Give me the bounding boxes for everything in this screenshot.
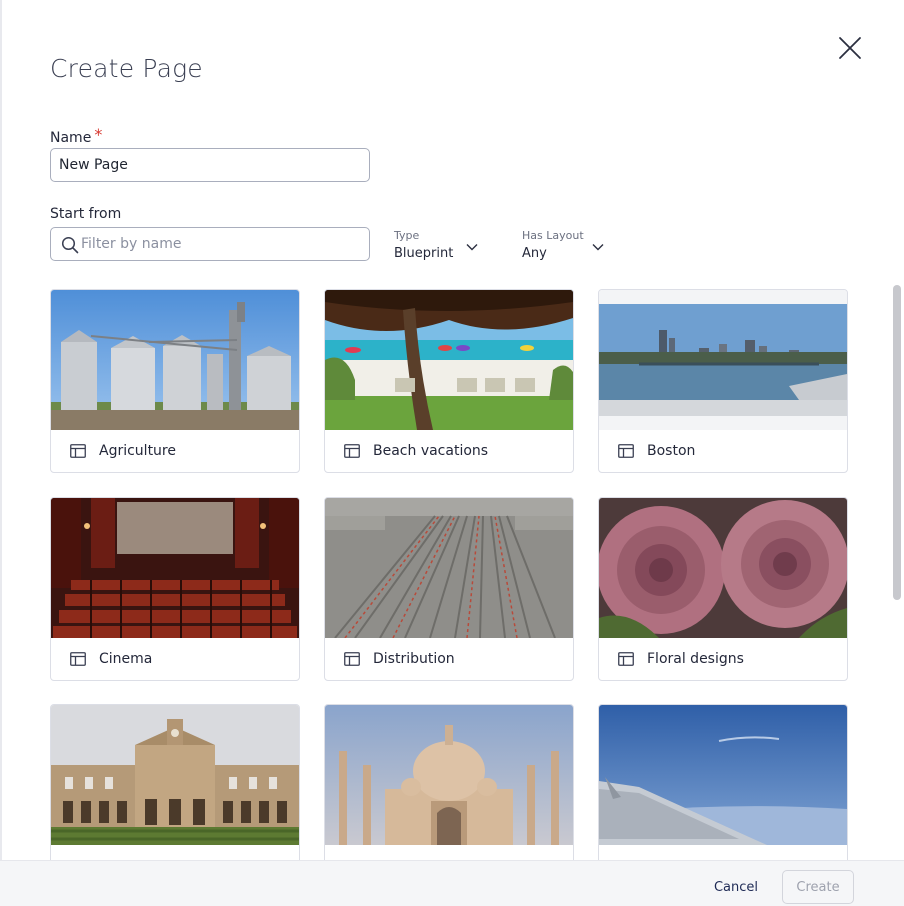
filter-field[interactable] [50,227,370,261]
dialog-footer: Cancel Create [0,860,904,906]
template-thumbnail [599,705,847,845]
template-card-boston[interactable]: Boston [598,289,848,473]
dialog-left-edge [0,0,2,906]
type-dropdown[interactable]: Type Blueprint [394,229,484,263]
template-thumbnail [51,290,299,430]
template-icon [344,652,360,666]
template-card-agriculture[interactable]: Agriculture [50,289,300,473]
template-thumbnail [325,705,573,845]
search-icon [61,236,79,254]
name-label: Name * [50,125,103,146]
template-icon [618,444,634,458]
template-thumbnail [325,290,573,430]
template-card-cinema[interactable]: Cinema [50,497,300,681]
has-layout-dropdown[interactable]: Has Layout Any [522,229,612,263]
template-icon [70,652,86,666]
template-name: Floral designs [647,651,744,667]
template-card-footer: Beach vacations [325,430,573,472]
chevron-down-icon [466,244,478,251]
template-icon [344,444,360,458]
name-input[interactable] [50,148,370,182]
template-card-footer [325,845,573,861]
template-card-7[interactable] [50,704,300,861]
template-card-floral-designs[interactable]: Floral designs [598,497,848,681]
template-icon [618,652,634,666]
create-button[interactable]: Create [782,870,854,904]
filter-input[interactable] [81,228,367,260]
type-dropdown-label: Type [394,229,420,242]
template-card-footer: Boston [599,430,847,472]
template-card-9[interactable] [598,704,848,861]
template-name: Beach vacations [373,443,489,459]
start-from-label: Start from [50,206,122,222]
template-card-footer: Distribution [325,638,573,680]
has-layout-dropdown-label: Has Layout [522,229,584,242]
template-card-footer [599,845,847,861]
template-thumbnail [51,498,299,638]
template-name: Agriculture [99,443,176,459]
template-thumbnail [599,498,847,638]
template-thumbnail [325,498,573,638]
chevron-down-icon [592,244,604,251]
template-name: Distribution [373,651,455,667]
template-card-footer: Floral designs [599,638,847,680]
scrollbar-thumb[interactable] [893,285,901,600]
template-icon [70,444,86,458]
template-card-8[interactable] [324,704,574,861]
template-thumbnail [599,290,847,430]
cancel-button[interactable]: Cancel [700,873,772,901]
required-mark: * [94,125,103,144]
template-thumbnail [51,705,299,845]
page-title: Create Page [50,54,203,83]
close-icon [839,37,861,59]
template-card-footer: Cinema [51,638,299,680]
template-name: Cinema [99,651,153,667]
template-card-footer [51,845,299,861]
template-card-footer: Agriculture [51,430,299,472]
template-name: Boston [647,443,696,459]
template-grid: Agriculture Beach vacations Boston Cinem… [50,289,850,861]
name-label-text: Name [50,130,92,146]
close-button[interactable] [836,34,864,62]
template-card-distribution[interactable]: Distribution [324,497,574,681]
template-card-beach-vacations[interactable]: Beach vacations [324,289,574,473]
